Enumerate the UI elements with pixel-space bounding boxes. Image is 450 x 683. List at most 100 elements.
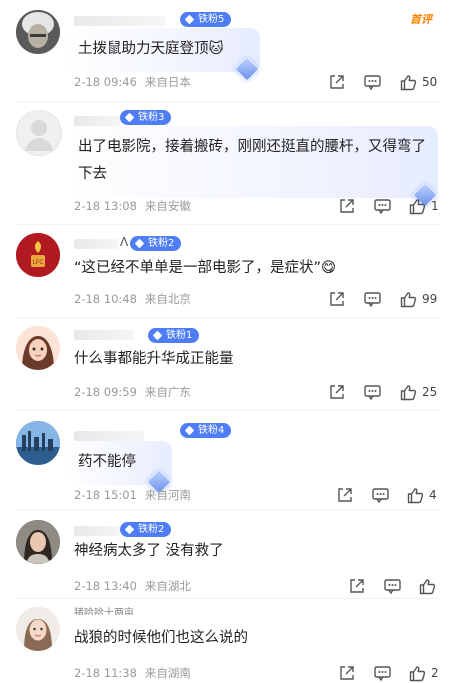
reply-button[interactable] xyxy=(364,72,381,92)
share-button[interactable] xyxy=(349,576,365,596)
comment-icon xyxy=(374,199,391,214)
thumbs-up-icon xyxy=(419,578,436,594)
avatar[interactable] xyxy=(16,520,60,564)
avatar[interactable] xyxy=(16,326,60,370)
comment-actions: 50 xyxy=(0,72,450,92)
like-count: 2 xyxy=(431,666,439,680)
share-button[interactable] xyxy=(337,485,353,505)
share-button[interactable] xyxy=(329,72,345,92)
share-icon xyxy=(340,199,354,213)
share-button[interactable] xyxy=(339,663,355,683)
comment-item: LFC Λ 铁粉2 “这已经不单单是一部电影了，是症状”😋 2-18 10:48… xyxy=(0,225,450,317)
diamond-icon xyxy=(184,425,195,436)
comment-item: 铁粉2 神经病太多了 没有救了 2-18 13:40 来自湖北 xyxy=(0,510,450,598)
comment-text[interactable]: “这已经不单单是一部电影了，是症状”😋 xyxy=(74,255,336,282)
thumbs-up-icon xyxy=(400,291,417,307)
reply-button[interactable] xyxy=(374,196,391,216)
svg-text:LFC: LFC xyxy=(33,259,44,266)
comment-actions: 99 xyxy=(0,289,450,309)
comment-item: 铁粉3 出了电影院，接着搬砖，刚刚还挺直的腰杆，又得弯了下去 2-18 13:0… xyxy=(0,102,450,222)
diamond-icon xyxy=(184,14,195,25)
like-button[interactable]: 1 xyxy=(409,196,439,216)
share-icon xyxy=(330,75,344,89)
comment-text[interactable]: 神经病太多了 没有救了 xyxy=(74,538,224,565)
like-button[interactable]: 25 xyxy=(400,382,437,402)
username[interactable] xyxy=(74,239,118,249)
thumbs-up-icon xyxy=(400,384,417,400)
share-button[interactable] xyxy=(339,196,355,216)
like-count: 99 xyxy=(422,292,438,306)
comment-actions: 2 xyxy=(0,663,450,683)
comment-text: 土拨鼠助力天庭登顶 xyxy=(78,41,209,57)
diamond-icon xyxy=(134,238,145,249)
diamond-icon xyxy=(152,330,163,341)
username[interactable] xyxy=(74,16,166,26)
like-button[interactable] xyxy=(419,576,441,596)
fan-badge[interactable]: 铁粉4 xyxy=(180,423,232,438)
thumbs-up-icon xyxy=(409,198,426,214)
fan-badge[interactable]: 铁粉3 xyxy=(120,110,172,125)
reply-button[interactable] xyxy=(372,485,389,505)
like-count: 50 xyxy=(422,75,438,89)
like-button[interactable]: 4 xyxy=(407,485,437,505)
avatar[interactable] xyxy=(16,110,62,156)
username[interactable] xyxy=(74,330,134,340)
avatar[interactable] xyxy=(16,10,60,54)
comment-icon xyxy=(384,579,401,594)
share-icon xyxy=(330,292,344,306)
comment-text[interactable]: 什么事都能升华成正能量 xyxy=(74,346,234,373)
comment-item: 铁粉5 土拨鼠助力天庭登顶🐱 2-18 09:46 来自日本 50 xyxy=(0,0,450,100)
comment-icon xyxy=(364,292,381,307)
emoji-icon: 😋 xyxy=(321,260,337,276)
reply-button[interactable] xyxy=(364,382,381,402)
comment-icon xyxy=(374,666,391,681)
share-button[interactable] xyxy=(329,289,345,309)
diamond-icon xyxy=(124,524,135,535)
share-icon xyxy=(350,579,364,593)
avatar[interactable]: LFC xyxy=(16,233,60,277)
comment-item: 铁粉1 什么事都能升华成正能量 2-18 09:59 来自广东 25 xyxy=(0,318,450,410)
fan-badge[interactable]: 铁粉2 xyxy=(120,522,172,537)
avatar[interactable] xyxy=(16,607,60,651)
comment-item: 铁粉4 药不能停 2-18 15:01 来自河南 4 xyxy=(0,411,450,509)
like-count: 1 xyxy=(431,199,439,213)
comment-bubble[interactable]: 出了电影院，接着搬砖，刚刚还挺直的腰杆，又得弯了下去 xyxy=(66,126,438,208)
username[interactable] xyxy=(74,526,120,536)
comment-icon xyxy=(372,488,389,503)
reply-button[interactable] xyxy=(364,289,381,309)
avatar[interactable] xyxy=(16,421,60,465)
fan-badge[interactable]: 铁粉5 xyxy=(180,12,232,27)
thumbs-up-icon xyxy=(407,487,424,503)
comment-actions: 4 xyxy=(0,485,450,505)
thumbs-up-icon xyxy=(400,74,417,90)
comment-text: 药不能停 xyxy=(78,454,136,470)
username[interactable] xyxy=(74,431,144,441)
like-count: 4 xyxy=(429,488,437,502)
like-button[interactable]: 50 xyxy=(400,72,437,92)
comment-bubble[interactable]: 土拨鼠助力天庭登顶🐱 xyxy=(66,28,260,82)
like-button[interactable]: 2 xyxy=(409,663,439,683)
comment-text[interactable]: 战狼的时候他们也这么说的 xyxy=(74,625,248,652)
diamond-icon xyxy=(124,112,135,123)
username-partial: 猪哈哈十两亩 xyxy=(74,608,134,615)
share-icon xyxy=(340,666,354,680)
fan-badge[interactable]: 铁粉2 xyxy=(130,236,182,251)
comment-bubble[interactable]: 药不能停 xyxy=(66,441,172,495)
comment-icon xyxy=(364,75,381,90)
like-button[interactable]: 99 xyxy=(400,289,437,309)
emoji-icon: 🐱 xyxy=(208,41,224,57)
reply-button[interactable] xyxy=(384,576,401,596)
comment-actions: 25 xyxy=(0,382,450,402)
username[interactable] xyxy=(74,116,120,126)
fan-badge[interactable]: 铁粉1 xyxy=(148,328,200,343)
share-icon xyxy=(330,385,344,399)
comment-actions xyxy=(0,576,450,596)
thumbs-up-icon xyxy=(409,665,426,681)
like-count: 25 xyxy=(422,385,438,399)
comment-text: 出了电影院，接着搬砖，刚刚还挺直的腰杆，又得弯了下去 xyxy=(78,139,426,182)
reply-button[interactable] xyxy=(374,663,391,683)
share-button[interactable] xyxy=(329,382,345,402)
comment-item: 猪哈哈十两亩 战狼的时候他们也这么说的 2-18 11:38 来自湖南 2 xyxy=(0,599,450,683)
username-partial: Λ xyxy=(120,235,129,247)
comment-icon xyxy=(364,385,381,400)
